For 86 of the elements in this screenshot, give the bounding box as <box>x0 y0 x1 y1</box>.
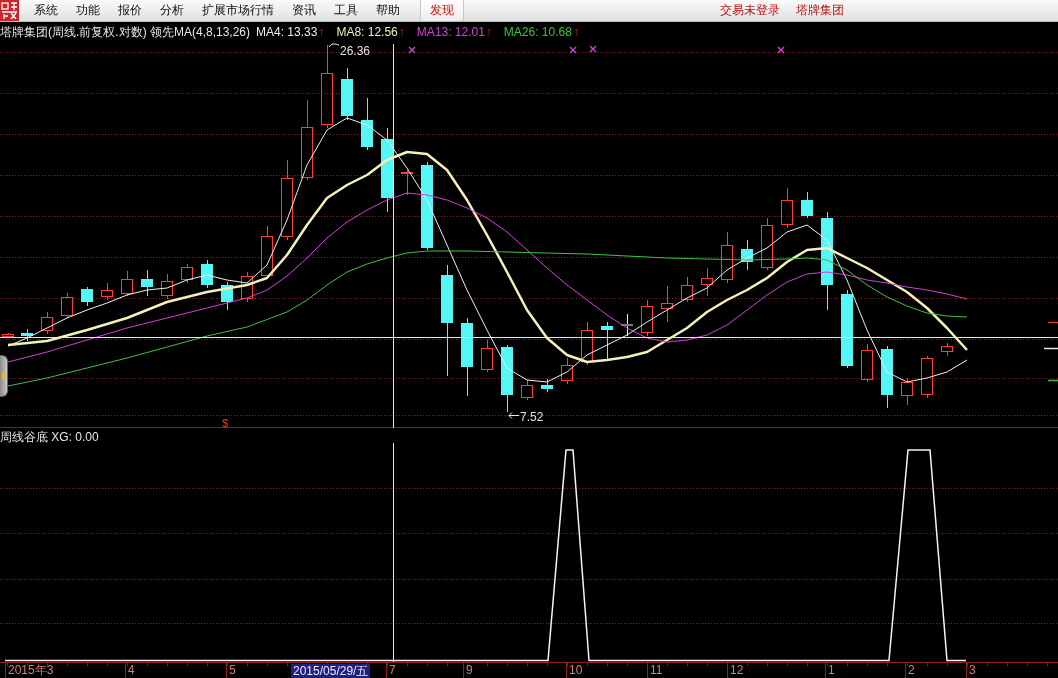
candlestick <box>501 344 513 413</box>
axis-label: 2 <box>905 663 915 678</box>
candlestick <box>101 282 113 301</box>
candlestick <box>161 273 173 300</box>
axis-label: 4 <box>125 663 135 678</box>
candlestick <box>401 169 413 196</box>
candlestick <box>881 345 893 409</box>
candlestick <box>481 339 493 373</box>
cursor-date-label: 2015/05/29/五 <box>291 664 371 678</box>
leader-arrow <box>508 412 520 419</box>
trend-arrow: ↑ <box>318 25 325 40</box>
cross-marker-icon <box>777 46 785 54</box>
edge-marker-icon <box>1047 379 1058 382</box>
chart-title: 塔牌集团(周线.前复权.对数) 领先MA(4,8,13,26) <box>0 25 251 40</box>
high-price-label: 26.36 <box>340 44 371 58</box>
axis-label: 1 <box>825 663 835 678</box>
candlestick <box>81 286 93 307</box>
candlestick <box>541 378 553 393</box>
candlestick <box>141 269 153 297</box>
trend-arrow: ↑ <box>572 25 579 40</box>
candlestick <box>921 355 933 399</box>
axis-label: 2015年3 <box>5 663 54 678</box>
trend-arrow: ↑ <box>485 25 492 40</box>
menu-item[interactable]: 发现 <box>420 0 464 21</box>
axis-label: 11 <box>647 663 663 678</box>
candlestick <box>201 259 213 289</box>
caret-icon <box>1 372 6 380</box>
signal-marker: $ <box>222 417 229 428</box>
axis-label: 12 <box>727 663 744 678</box>
axis-label: 9 <box>463 663 473 678</box>
candlestick <box>521 379 533 401</box>
cross-marker-icon <box>589 45 597 53</box>
indicator-value: MA13: 12.01 <box>416 25 485 40</box>
candlestick <box>681 276 693 303</box>
edge-marker-icon <box>1043 347 1058 350</box>
candlestick <box>121 270 133 297</box>
axis-label: 5 <box>226 663 236 678</box>
account-name[interactable]: 塔牌集团 <box>796 0 844 21</box>
panel-toggle-button[interactable] <box>0 355 8 397</box>
candlestick <box>181 263 193 284</box>
candlestick <box>781 187 793 229</box>
low-price-label: 7.52 <box>520 410 544 424</box>
menu-item[interactable]: 系统 <box>25 0 67 21</box>
candlestick <box>661 285 673 323</box>
axis-label: 10 <box>566 663 583 678</box>
indicator-value: MA4: 13.33 <box>256 25 318 40</box>
candlestick <box>561 357 573 385</box>
cross-marker-icon <box>569 46 577 54</box>
menu-item[interactable]: 工具 <box>325 0 367 21</box>
candlestick <box>641 299 653 337</box>
axis-label: 7 <box>386 663 396 678</box>
logo-icon <box>0 0 19 21</box>
indicator-value: MA26: 10.68 <box>503 25 572 40</box>
trend-arrow: ↑ <box>398 25 405 40</box>
candlestick <box>741 239 753 271</box>
menu-item[interactable]: 功能 <box>67 0 109 21</box>
candlestick <box>601 321 613 361</box>
candlestick <box>861 343 873 383</box>
candlestick <box>581 321 593 366</box>
candlestick <box>61 292 73 319</box>
candlestick <box>241 271 253 303</box>
indicator-value: MA8: 12.56 <box>336 25 398 40</box>
menu-item[interactable]: 报价 <box>109 0 151 21</box>
candlestick <box>761 217 773 271</box>
candlestick <box>620 313 634 337</box>
trade-status-link[interactable]: 交易未登录 <box>720 0 780 21</box>
candlestick <box>801 191 813 219</box>
candlestick <box>721 231 733 284</box>
candlestick <box>41 311 53 335</box>
menu-item[interactable]: 分析 <box>151 0 193 21</box>
candlestick <box>901 377 913 406</box>
cross-marker-icon <box>408 46 416 54</box>
menu-item[interactable]: 扩展市场行情 <box>193 0 283 21</box>
indicator-title: 周线谷底 XG: 0.00 <box>0 430 99 444</box>
axis-label: 3 <box>966 663 976 678</box>
menu-item[interactable]: 帮助 <box>367 0 409 21</box>
candlestick <box>2 332 14 339</box>
candlestick <box>21 328 33 342</box>
candlestick <box>941 342 953 357</box>
leader-line <box>328 43 340 48</box>
menu-item[interactable]: 资讯 <box>283 0 325 21</box>
candlestick <box>361 97 373 151</box>
edge-marker-icon <box>1047 321 1058 324</box>
candlestick <box>701 267 713 297</box>
candlestick <box>341 67 353 121</box>
candlestick <box>221 281 233 311</box>
